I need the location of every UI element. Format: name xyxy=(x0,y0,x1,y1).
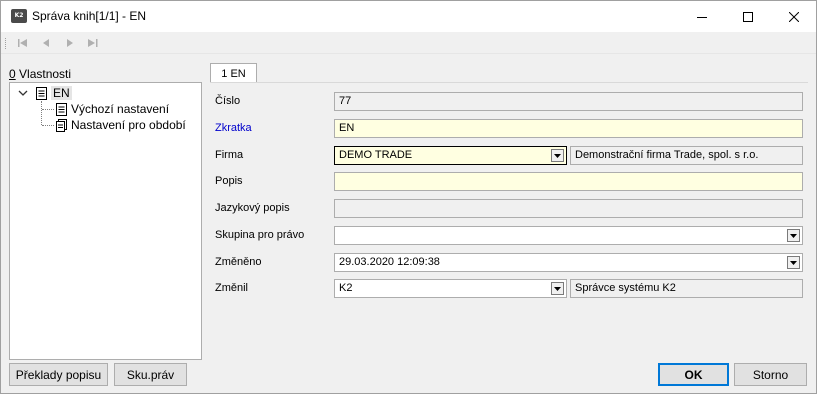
properties-tree[interactable]: EN Výchozí nastavení Nastavení pro obdob… xyxy=(9,82,202,360)
tree-node-root-label: EN xyxy=(51,86,72,100)
tree-connector xyxy=(42,109,54,110)
app-icon: K2 xyxy=(11,9,27,23)
window: K2 Správa knih[1/1] - EN 0 Vlastnosti EN… xyxy=(0,0,817,394)
rights-group-button[interactable]: Sku.práv xyxy=(114,363,187,386)
firma-select[interactable]: DEMO TRADE xyxy=(334,146,567,165)
tree-connector xyxy=(41,101,42,125)
label-cislo: Číslo xyxy=(215,95,241,107)
label-zmenil: Změnil xyxy=(215,282,249,294)
zmeneno-dropdown-button[interactable] xyxy=(787,256,800,269)
tree-node-label: Nastavení pro období xyxy=(71,118,186,132)
ok-button[interactable]: OK xyxy=(658,363,729,386)
next-record-icon xyxy=(67,39,73,47)
previous-record-icon xyxy=(43,39,49,47)
properties-hotkey: 0 xyxy=(9,67,16,81)
properties-label-text: Vlastnosti xyxy=(15,67,72,81)
jazykovy-popis-field xyxy=(334,199,803,218)
zkratka-input[interactable]: EN xyxy=(334,119,803,138)
zmenil-value: K2 xyxy=(339,282,353,294)
label-zmeneno: Změněno xyxy=(215,256,262,268)
label-popis: Popis xyxy=(215,175,243,187)
zmenil-description: Správce systému K2 xyxy=(570,279,803,298)
last-record-icon xyxy=(88,39,98,47)
skupina-select[interactable] xyxy=(334,226,803,245)
document-icon xyxy=(56,102,67,116)
chevron-down-icon[interactable] xyxy=(18,90,28,96)
document-icon xyxy=(36,86,47,100)
previous-record-button[interactable] xyxy=(39,37,53,49)
dropdown-arrow-icon xyxy=(790,233,797,238)
zmenil-dropdown-button[interactable] xyxy=(551,282,564,295)
navigation-toolbar xyxy=(1,32,816,54)
maximize-button[interactable] xyxy=(725,1,771,32)
skupina-dropdown-button[interactable] xyxy=(787,229,800,242)
tab-divider xyxy=(210,82,808,83)
minimize-button[interactable] xyxy=(679,1,725,32)
last-record-button[interactable] xyxy=(86,37,100,49)
tab-en[interactable]: 1 EN xyxy=(210,63,257,83)
label-skupina: Skupina pro právo xyxy=(215,229,305,241)
cislo-field: 77 xyxy=(334,92,803,111)
translations-button[interactable]: Překlady popisu xyxy=(9,363,108,386)
tree-node-label: Výchozí nastavení xyxy=(71,102,170,116)
dropdown-arrow-icon xyxy=(790,260,797,265)
dropdown-arrow-icon xyxy=(554,153,561,158)
firma-value: DEMO TRADE xyxy=(339,149,413,161)
first-record-icon xyxy=(18,39,27,47)
tree-connector xyxy=(42,125,54,126)
window-title: Správa knih[1/1] - EN xyxy=(32,9,147,23)
zmeneno-value: 29.03.2020 12:09:38 xyxy=(339,256,440,268)
maximize-icon xyxy=(743,11,753,22)
dropdown-arrow-icon xyxy=(554,286,561,291)
tree-node-root[interactable]: EN xyxy=(36,85,72,101)
title-bar: K2 Správa knih[1/1] - EN xyxy=(1,1,816,32)
popis-input[interactable] xyxy=(334,172,803,191)
close-button[interactable] xyxy=(771,1,817,32)
firma-dropdown-button[interactable] xyxy=(551,149,564,162)
label-jazykovy-popis: Jazykový popis xyxy=(215,202,290,214)
label-zkratka: Zkratka xyxy=(215,122,252,134)
first-record-button[interactable] xyxy=(16,37,30,49)
next-record-button[interactable] xyxy=(63,37,77,49)
properties-label: 0 Vlastnosti xyxy=(9,67,71,81)
toolbar-grip[interactable] xyxy=(5,38,7,49)
minimize-icon xyxy=(697,16,707,18)
firma-description: Demonstrační firma Trade, spol. s r.o. xyxy=(570,146,803,165)
tree-node-default-settings[interactable]: Výchozí nastavení xyxy=(56,101,169,117)
zmenil-select[interactable]: K2 xyxy=(334,279,567,298)
tree-node-period-settings[interactable]: Nastavení pro období xyxy=(56,117,186,133)
zmeneno-select[interactable]: 29.03.2020 12:09:38 xyxy=(334,253,803,272)
close-icon xyxy=(789,11,799,22)
cancel-button[interactable]: Storno xyxy=(734,363,807,386)
documents-icon xyxy=(56,118,67,132)
label-firma: Firma xyxy=(215,149,244,161)
